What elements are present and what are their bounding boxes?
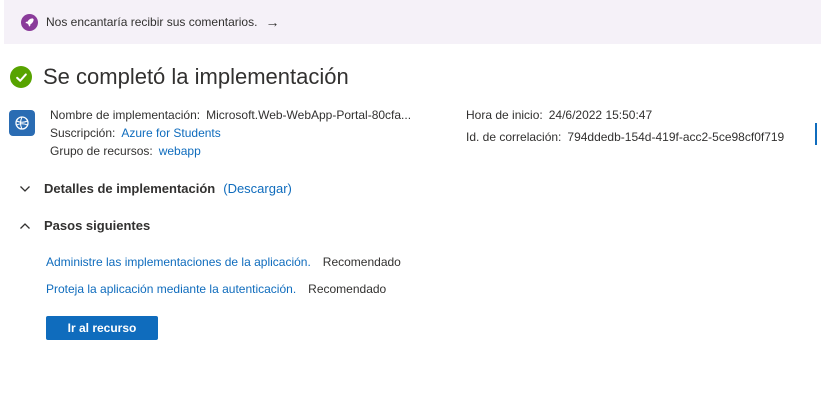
download-link[interactable]: (Descargar): [223, 181, 292, 196]
page-title: Se completó la implementación: [43, 64, 349, 89]
next-step-item: Administre las implementaciones de la ap…: [46, 255, 401, 269]
deployment-name-row: Nombre de implementación: Microsoft.Web-W…: [50, 106, 411, 124]
web-app-deployment-icon: [9, 110, 35, 136]
chevron-up-icon: [20, 222, 30, 229]
deployment-details-title: Detalles de implementación: [44, 181, 216, 196]
arrow-right-icon[interactable]: →: [265, 14, 279, 30]
feedback-text[interactable]: Nos encantaría recibir sus comentarios.: [46, 15, 257, 29]
start-time-label: Hora de inicio:: [466, 108, 543, 122]
success-check-icon: [10, 66, 32, 88]
deployment-details-toggle[interactable]: Detalles de implementación (Descargar): [18, 181, 292, 196]
feedback-banner: Nos encantaría recibir sus comentarios. …: [4, 0, 821, 44]
go-to-resource-button[interactable]: Ir al recurso: [46, 316, 158, 340]
subscription-link[interactable]: Azure for Students: [121, 126, 220, 140]
deployment-info: Nombre de implementación: Microsoft.Web-W…: [50, 106, 411, 160]
resource-group-label: Grupo de recursos:: [50, 144, 153, 158]
rocket-icon: [21, 13, 38, 31]
recommended-tag: Recomendado: [308, 282, 387, 296]
start-time-value: 24/6/2022 15:50:47: [548, 108, 653, 122]
correlation-row: Id. de correlación: 794ddedb-154d-419f-ac…: [466, 128, 784, 146]
text-cursor: [815, 123, 817, 145]
start-time-row: Hora de inicio: 24/6/2022 15:50:47: [466, 106, 784, 124]
manage-deployments-link[interactable]: Administre las implementaciones de la ap…: [46, 255, 311, 269]
protect-auth-link[interactable]: Proteja la aplicación mediante la autent…: [46, 282, 296, 296]
deployment-meta: Hora de inicio: 24/6/2022 15:50:47 Id. de…: [466, 106, 784, 146]
next-steps-title: Pasos siguientes: [44, 218, 151, 233]
next-step-item: Proteja la aplicación mediante la autent…: [46, 282, 386, 296]
correlation-label: Id. de correlación:: [466, 130, 562, 144]
deployment-name-label: Nombre de implementación:: [50, 108, 201, 122]
deployment-name-value: Microsoft.Web-WebApp-Portal-80cfa...: [206, 108, 412, 122]
chevron-down-icon: [20, 185, 30, 192]
page-header: Se completó la implementación: [10, 64, 349, 90]
correlation-id-value[interactable]: 794ddedb-154d-419f-acc2-5ce98cf0f719: [567, 130, 784, 144]
next-steps-toggle[interactable]: Pasos siguientes: [18, 218, 150, 233]
recommended-tag: Recomendado: [322, 255, 401, 269]
resource-group-row: Grupo de recursos: webapp: [50, 142, 411, 160]
resource-group-link[interactable]: webapp: [159, 144, 201, 158]
subscription-row: Suscripción: Azure for Students: [50, 124, 411, 142]
subscription-label: Suscripción:: [50, 126, 116, 140]
